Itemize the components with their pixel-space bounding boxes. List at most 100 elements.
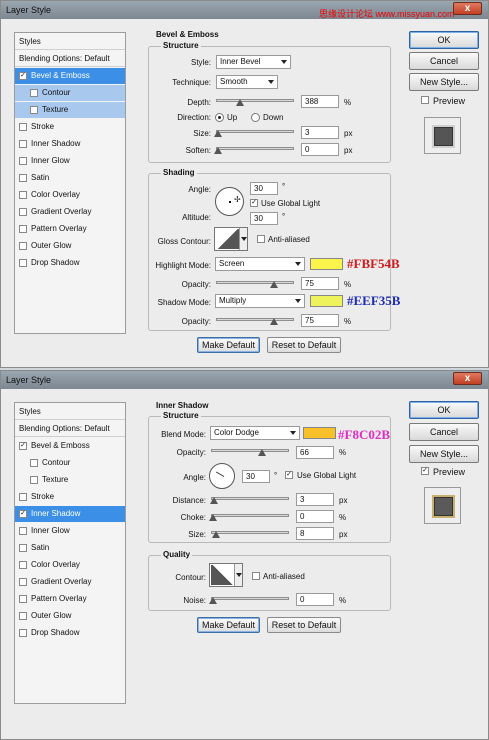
checkbox[interactable]: ✓ [19,442,27,450]
ok-button[interactable]: OK [409,401,479,419]
depth-slider[interactable] [216,99,294,106]
opacity-slider[interactable] [211,449,289,456]
style-item-bevel-emboss[interactable]: ✓ Bevel & Emboss [15,68,125,84]
checkbox[interactable] [19,208,27,216]
ok-button[interactable]: OK [409,31,479,49]
make-default-button[interactable]: Make Default [197,337,260,353]
choke-slider[interactable] [209,514,289,521]
checkbox[interactable] [19,242,27,250]
close-button[interactable]: x [453,2,482,15]
shadow-color-swatch[interactable] [310,295,343,307]
checkbox[interactable] [30,89,38,97]
preview-checkbox[interactable]: ✓ [421,467,429,475]
checkbox[interactable]: ✓ [19,72,27,80]
blend-color-swatch[interactable] [303,427,336,439]
close-button[interactable]: x [453,372,482,385]
checkbox[interactable] [19,629,27,637]
slider-thumb[interactable] [236,99,244,106]
shadow-opacity-slider[interactable] [216,318,294,325]
altitude-input[interactable]: 30 [250,212,278,225]
size-slider[interactable] [211,531,289,538]
noise-slider[interactable] [209,597,289,604]
slider-thumb[interactable] [209,597,217,604]
highlight-opacity-slider[interactable] [216,281,294,288]
checkbox[interactable] [30,459,38,467]
checkbox[interactable] [30,106,38,114]
depth-input[interactable]: 388 [301,95,339,108]
style-item-gradient-overlay[interactable]: Gradient Overlay [15,204,125,220]
slider-thumb[interactable] [214,147,222,154]
checkbox[interactable] [19,578,27,586]
style-item-contour[interactable]: Contour [15,85,125,101]
blending-options-item[interactable]: Blending Options: Default [15,420,125,437]
highlight-color-swatch[interactable] [310,258,343,270]
highlight-mode-dropdown[interactable]: Screen [215,257,305,271]
angle-input[interactable]: 30 [250,182,278,195]
opacity-input[interactable]: 66 [296,446,334,459]
slider-thumb[interactable] [270,281,278,288]
use-global-light-checkbox[interactable]: ✓ [250,199,258,207]
style-item-color-overlay[interactable]: Color Overlay [15,557,125,573]
distance-slider[interactable] [210,497,289,504]
style-item-texture[interactable]: Texture [15,102,125,118]
style-item-pattern-overlay[interactable]: Pattern Overlay [15,221,125,237]
checkbox[interactable] [19,140,27,148]
slider-thumb[interactable] [258,449,266,456]
style-item-outer-glow[interactable]: Outer Glow [15,608,125,624]
anti-aliased-checkbox[interactable] [257,235,265,243]
checkbox[interactable] [19,191,27,199]
reset-to-default-button[interactable]: Reset to Default [267,337,341,353]
style-item-stroke[interactable]: Stroke [15,119,125,135]
size-slider[interactable] [214,130,294,137]
cancel-button[interactable]: Cancel [409,423,479,441]
direction-up-radio[interactable] [215,113,224,122]
slider-thumb[interactable] [210,497,218,504]
slider-thumb[interactable] [209,514,217,521]
style-item-gradient-overlay[interactable]: Gradient Overlay [15,574,125,590]
styles-header[interactable]: Styles [15,403,125,420]
highlight-opacity-input[interactable]: 75 [301,277,339,290]
slider-thumb[interactable] [214,130,222,137]
style-item-bevel-emboss[interactable]: ✓ Bevel & Emboss [15,438,125,454]
direction-down-radio[interactable] [251,113,260,122]
blend-mode-dropdown[interactable]: Color Dodge [210,426,300,440]
style-item-inner-glow[interactable]: Inner Glow [15,153,125,169]
gloss-contour-picker[interactable] [214,227,248,251]
angle-dial[interactable] [209,463,235,489]
checkbox[interactable] [19,612,27,620]
contour-picker[interactable] [209,563,243,587]
style-item-outer-glow[interactable]: Outer Glow [15,238,125,254]
style-item-inner-shadow[interactable]: Inner Shadow [15,136,125,152]
size-input[interactable]: 8 [296,527,334,540]
size-input[interactable]: 3 [301,126,339,139]
style-item-pattern-overlay[interactable]: Pattern Overlay [15,591,125,607]
checkbox[interactable] [19,527,27,535]
style-item-inner-shadow[interactable]: ✓ Inner Shadow [15,506,125,522]
checkbox[interactable] [19,174,27,182]
style-dropdown[interactable]: Inner Bevel [216,55,291,69]
choke-input[interactable]: 0 [296,510,334,523]
style-item-texture[interactable]: Texture [15,472,125,488]
style-item-contour[interactable]: Contour [15,455,125,471]
new-style-button[interactable]: New Style... [409,73,479,91]
style-item-drop-shadow[interactable]: Drop Shadow [15,255,125,271]
shadow-opacity-input[interactable]: 75 [301,314,339,327]
checkbox[interactable] [19,561,27,569]
style-item-inner-glow[interactable]: Inner Glow [15,523,125,539]
style-item-satin[interactable]: Satin [15,170,125,186]
shadow-mode-dropdown[interactable]: Multiply [215,294,305,308]
soften-input[interactable]: 0 [301,143,339,156]
blending-options-item[interactable]: Blending Options: Default [15,50,125,67]
checkbox[interactable] [19,544,27,552]
styles-header[interactable]: Styles [15,33,125,50]
checkbox[interactable] [19,225,27,233]
soften-slider[interactable] [214,147,294,154]
anti-aliased-checkbox[interactable] [252,572,260,580]
checkbox[interactable] [19,595,27,603]
reset-to-default-button[interactable]: Reset to Default [267,617,341,633]
make-default-button[interactable]: Make Default [197,617,260,633]
slider-thumb[interactable] [270,318,278,325]
noise-input[interactable]: 0 [296,593,334,606]
checkbox[interactable] [30,476,38,484]
technique-dropdown[interactable]: Smooth [216,75,278,89]
